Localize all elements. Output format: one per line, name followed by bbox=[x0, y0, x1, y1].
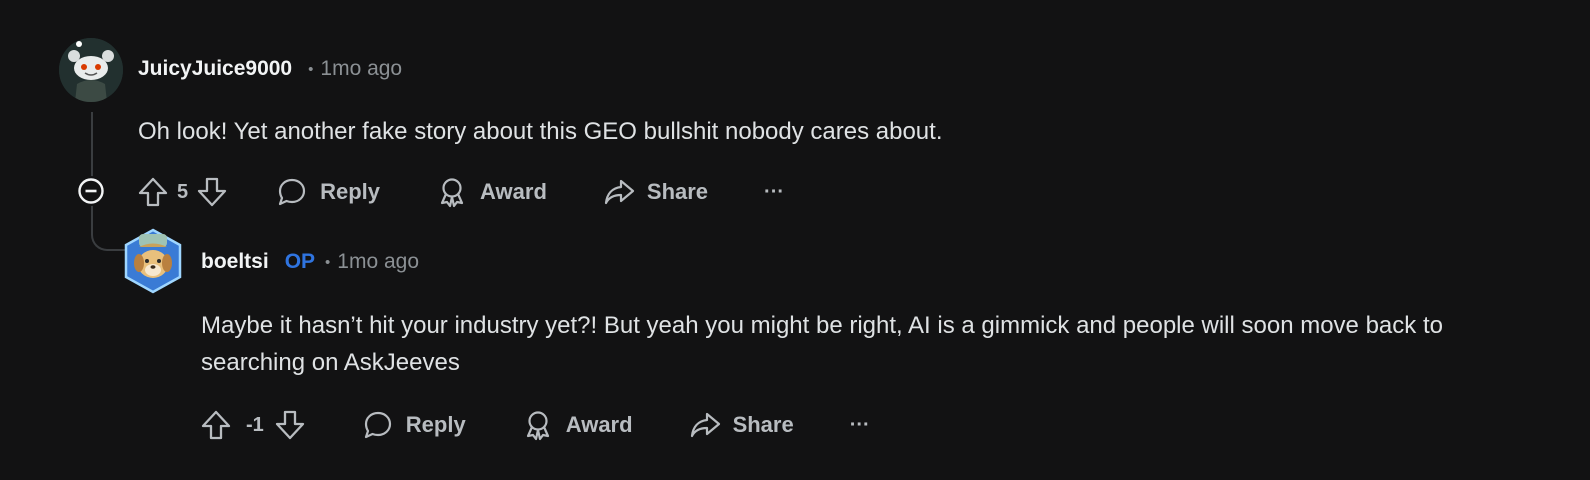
reply-button[interactable]: Reply bbox=[276, 176, 380, 208]
comment-header: JuicyJuice9000 • 1mo ago bbox=[138, 54, 402, 84]
upvote-arrow-icon bbox=[138, 177, 168, 207]
more-options-button[interactable]: ··· bbox=[850, 414, 870, 437]
share-button[interactable]: Share bbox=[689, 409, 794, 441]
award-ribbon-icon bbox=[440, 178, 464, 208]
vote-score: -1 bbox=[246, 413, 264, 436]
upvote-arrow-icon bbox=[201, 410, 231, 440]
downvote-button[interactable] bbox=[196, 176, 228, 208]
share-button[interactable]: Share bbox=[603, 176, 708, 208]
timestamp[interactable]: 1mo ago bbox=[337, 250, 419, 274]
op-badge: OP bbox=[284, 250, 316, 273]
timestamp[interactable]: 1mo ago bbox=[320, 57, 402, 81]
award-label: Award bbox=[480, 179, 547, 204]
reply-bubble-icon bbox=[279, 178, 306, 206]
share-label: Share bbox=[732, 412, 794, 437]
thread-line bbox=[91, 112, 93, 178]
collapse-thread-button[interactable] bbox=[76, 176, 106, 206]
more-label: ··· bbox=[764, 180, 785, 203]
share-label: Share bbox=[646, 179, 709, 204]
username[interactable]: JuicyJuice9000 bbox=[138, 57, 292, 81]
separator-dot: • bbox=[325, 253, 331, 271]
award-button[interactable]: Award bbox=[522, 409, 633, 441]
comment-body: Oh look! Yet another fake story about th… bbox=[138, 118, 943, 145]
vote-score: 5 bbox=[177, 180, 189, 203]
reply-label: Reply bbox=[405, 412, 466, 437]
share-arrow-icon bbox=[690, 412, 720, 438]
downvote-arrow-icon bbox=[275, 410, 304, 440]
upvote-button[interactable] bbox=[137, 176, 169, 208]
award-ribbon-icon bbox=[526, 411, 549, 441]
downvote-button[interactable] bbox=[274, 409, 306, 441]
reply-bubble-icon bbox=[364, 411, 391, 439]
share-arrow-icon bbox=[604, 179, 634, 205]
snoo-avatar-icon bbox=[59, 38, 123, 102]
more-label: ··· bbox=[849, 413, 870, 436]
more-options-button[interactable]: ··· bbox=[764, 181, 784, 204]
comment-header: boeltsi OP • 1mo ago bbox=[201, 247, 419, 277]
avatar[interactable] bbox=[124, 228, 182, 294]
comment-body: Maybe it hasn’t hit your industry yet?! … bbox=[201, 312, 1443, 376]
award-button[interactable]: Award bbox=[436, 176, 547, 208]
separator-dot: • bbox=[308, 60, 314, 78]
collapse-minus-icon bbox=[78, 178, 104, 204]
comment-actions: 5 Reply Award Share ··· bbox=[137, 172, 784, 212]
comment-actions: -1 Reply Award Share ··· bbox=[200, 405, 870, 445]
avatar[interactable] bbox=[59, 38, 123, 102]
award-label: Award bbox=[565, 412, 633, 437]
reply-button[interactable]: Reply bbox=[362, 409, 466, 441]
downvote-arrow-icon bbox=[197, 177, 227, 207]
username[interactable]: boeltsi bbox=[201, 250, 269, 274]
reply-label: Reply bbox=[320, 179, 381, 204]
dog-avatar-icon bbox=[124, 228, 182, 294]
upvote-button[interactable] bbox=[200, 409, 232, 441]
